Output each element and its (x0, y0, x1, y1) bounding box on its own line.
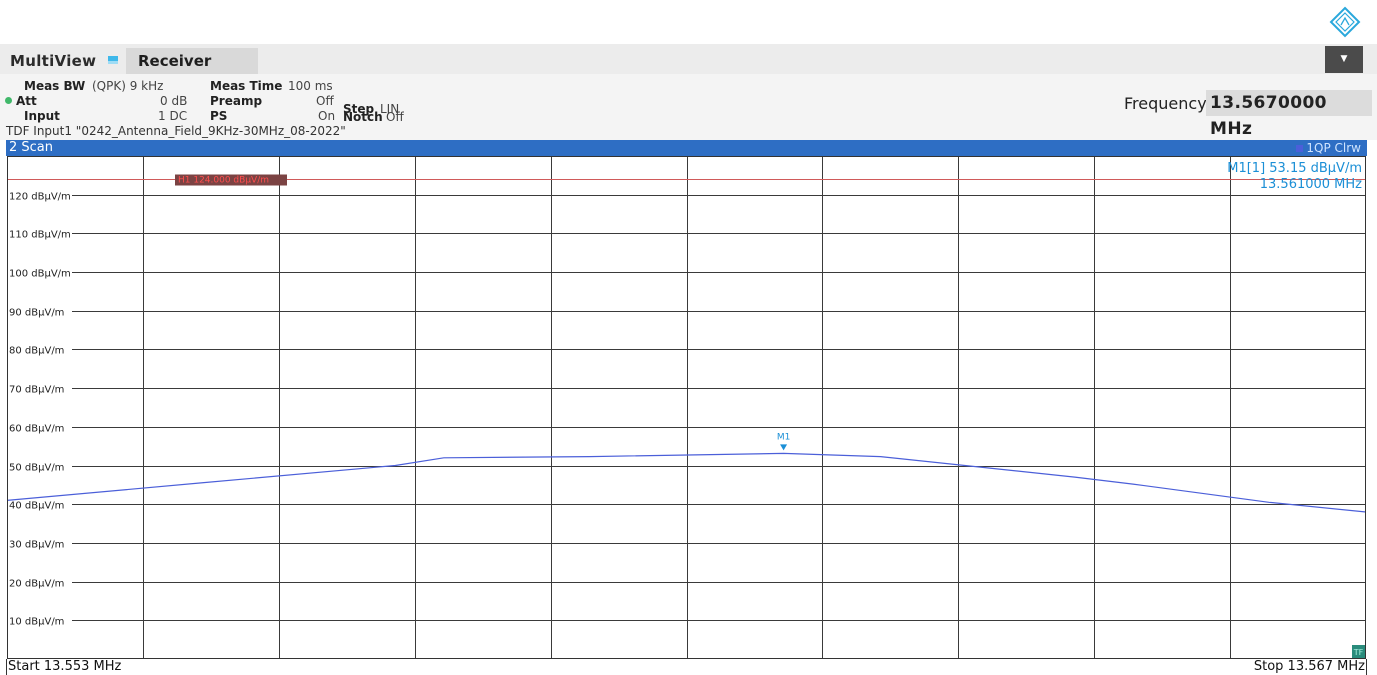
marker-m1-readout-freq: 13.561000 MHz (1260, 177, 1362, 192)
scan-plot[interactable]: 120 dBµV/m 110 dBµV/m 100 dBµV/m 90 dBµV/m 8… (7, 156, 1366, 659)
settings-panel[interactable]: Meas BW (QPK) 9 kHz Meas Time 100 ms Att… (0, 74, 1377, 140)
scan-window-title: 2 Scan (9, 140, 54, 155)
trace-color-icon (1296, 145, 1304, 152)
dropdown-arrow-icon: ▼ (1340, 54, 1348, 64)
ps-value: On (318, 109, 336, 123)
meas-time-value: 100 ms (288, 79, 333, 93)
input-label: Input (24, 109, 60, 123)
y-tick-label: 80 dBµV/m (9, 346, 64, 357)
att-label: Att (16, 94, 37, 108)
y-tick-label: 20 dBµV/m (9, 579, 64, 590)
frequency-value-field[interactable]: 13.5670000 MHz (1206, 90, 1372, 139)
meas-time-label: Meas Time (210, 79, 283, 93)
y-tick-label: 90 dBµV/m (9, 308, 64, 319)
y-tick-label: 60 dBµV/m (9, 424, 64, 435)
ps-label: PS (210, 109, 228, 123)
title-bar: MultiView Receiver ▼ (0, 44, 1377, 74)
y-tick-label: 50 dBµV/m (9, 463, 64, 474)
meas-bw-value: (QPK) 9 kHz (92, 79, 164, 93)
scan-window-header[interactable]: 2 Scan 1QP Clrw (6, 140, 1367, 156)
tf-badge-label: TF (1353, 648, 1364, 657)
marker-m1-readout-level: M1[1] 53.15 dBµV/m (1227, 161, 1362, 176)
limit-line-label: H1 124.000 dBµV/m (178, 176, 269, 186)
tdf-input-text: TDF Input1 "0242_Antenna_Field_9KHz-30MH… (6, 124, 346, 138)
y-tick-label: 110 dBµV/m (9, 230, 71, 241)
preamp-label: Preamp (210, 94, 263, 108)
notch-label: Notch (343, 110, 383, 124)
plot-background (7, 156, 1366, 659)
input-value: 1 DC (158, 109, 188, 123)
stop-frequency-label: Stop 13.567 MHz (1253, 659, 1365, 674)
tab-receiver[interactable]: Receiver (126, 48, 258, 74)
marker-m1-label: M1 (777, 432, 791, 442)
trace-label-text: 1QP Clrw (1306, 141, 1361, 155)
rohde-schwarz-logo-icon (1329, 6, 1361, 38)
y-tick-label: 30 dBµV/m (9, 540, 64, 551)
att-value: 0 dB (160, 94, 188, 108)
status-left-border (6, 659, 7, 675)
y-tick-label: 100 dBµV/m (9, 269, 71, 280)
y-tick-label: 40 dBµV/m (9, 501, 64, 512)
notch-value: Off (386, 110, 404, 124)
y-tick-label: 120 dBµV/m (9, 192, 71, 203)
multiview-title[interactable]: MultiView (10, 52, 96, 70)
meas-bw-label: Meas BW (24, 79, 86, 93)
att-status-dot (5, 97, 12, 104)
trace-indicator[interactable]: 1QP Clrw (1296, 141, 1361, 155)
menu-dropdown-button[interactable]: ▼ (1325, 46, 1363, 73)
multiview-icon (108, 56, 118, 64)
y-tick-label: 70 dBµV/m (9, 385, 64, 396)
frequency-span-bar: Start 13.553 MHz Stop 13.567 MHz (6, 659, 1367, 675)
tab-receiver-label: Receiver (138, 52, 212, 70)
frequency-label: Frequency (1124, 94, 1207, 113)
status-right-border (1366, 659, 1367, 675)
preamp-value: Off (316, 94, 334, 108)
start-frequency-label: Start 13.553 MHz (8, 659, 122, 674)
y-tick-label: 10 dBµV/m (9, 617, 64, 628)
